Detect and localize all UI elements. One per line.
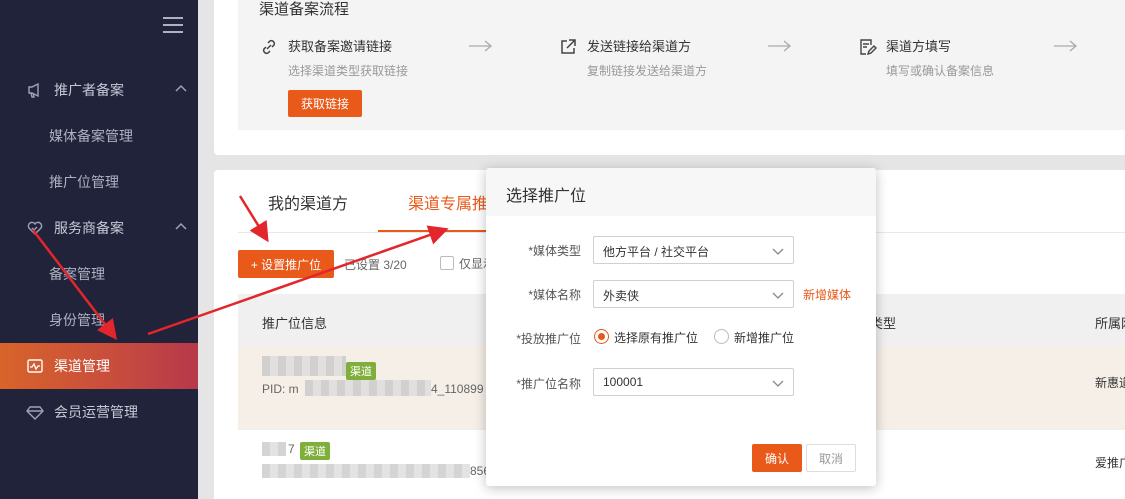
sidebar-item-member-ops[interactable]: 会员运营管理 (0, 389, 198, 435)
blurred-name (262, 442, 286, 456)
media-name-label: *媒体名称 (528, 288, 581, 302)
menu-toggle-icon[interactable] (163, 17, 183, 33)
only-show-checkbox[interactable] (440, 256, 454, 270)
tab-channel-placements[interactable]: 渠道专属推 (408, 190, 488, 214)
step-title: 发送链接给渠道方 (587, 39, 692, 54)
sidebar-group-label: 推广者备案 (54, 82, 124, 98)
column-header: 所属网 (1095, 316, 1125, 331)
set-placement-button[interactable]: + 设置推广位 (238, 250, 334, 278)
placement-name-value: 100001 (603, 375, 644, 389)
link-icon (259, 37, 279, 57)
placement-count: 已设置 3/20 (344, 258, 407, 272)
sidebar-item-label: 渠道管理 (54, 358, 110, 374)
sidebar-item-identity-manage[interactable]: 身份管理 (0, 297, 198, 343)
placement-label: *投放推广位 (516, 332, 581, 346)
blurred-pid (262, 464, 470, 478)
arrow-right-icon (1053, 38, 1079, 54)
sidebar-item-media-filing[interactable]: 媒体备案管理 (0, 113, 198, 159)
modal-title: 选择推广位 (506, 188, 587, 205)
sidebar: 推广者备案 媒体备案管理 推广位管理 服务商备案 备案管理 身份管理 渠道管理 … (0, 0, 198, 499)
media-type-label: *媒体类型 (528, 244, 581, 258)
channel-tag: 渠道 (346, 362, 376, 380)
row-network: 爱推广 (1095, 456, 1125, 470)
select-placement-modal: 选择推广位 *媒体类型 他方平台 / 社交平台 *媒体名称 外卖侠 新增媒体 *… (486, 168, 876, 486)
chevron-down-icon (772, 289, 784, 301)
media-name-select[interactable]: 外卖侠 (593, 280, 794, 308)
tab-my-channels[interactable]: 我的渠道方 (268, 190, 348, 214)
arrow-right-icon (767, 38, 793, 54)
step-desc: 选择渠道类型获取链接 (288, 64, 409, 78)
sidebar-item-label: 会员运营管理 (54, 404, 138, 420)
column-header: 推广位信息 (262, 316, 328, 331)
flow-panel: 渠道备案流程 获取备案邀请链接 选择渠道类型获取链接 发送链接给渠道方 复制链接… (238, 0, 1125, 130)
placement-name-label: *推广位名称 (516, 377, 581, 391)
row-network: 新惠道 (1095, 376, 1125, 390)
media-type-select[interactable]: 他方平台 / 社交平台 (593, 236, 794, 264)
chevron-down-icon (772, 377, 784, 389)
media-name-value: 外卖侠 (603, 289, 640, 303)
pid-prefix: PID: m (262, 382, 299, 396)
step-desc: 复制链接发送给渠道方 (587, 64, 708, 78)
heart-handshake-icon (26, 219, 44, 237)
radio-existing-placement[interactable] (594, 329, 609, 344)
name-suffix: 7 (288, 442, 295, 456)
step-title: 获取备案邀请链接 (288, 39, 393, 54)
chevron-up-icon (174, 82, 188, 96)
sidebar-item-channel-manage[interactable]: 渠道管理 (0, 343, 198, 389)
channel-tag: 渠道 (300, 442, 330, 460)
sidebar-item-filing-manage[interactable]: 备案管理 (0, 251, 198, 297)
cancel-button[interactable]: 取消 (806, 444, 856, 472)
sidebar-group-service-provider[interactable]: 服务商备案 (0, 205, 198, 251)
add-media-link[interactable]: 新增媒体 (803, 286, 851, 303)
radio-new-placement[interactable] (714, 329, 729, 344)
blurred-pid (305, 380, 431, 396)
arrow-right-icon (468, 38, 494, 54)
modal-header: 选择推广位 (486, 168, 876, 216)
edit-doc-icon (857, 37, 877, 57)
share-icon (558, 37, 578, 57)
radio-new-label: 新增推广位 (734, 331, 795, 345)
step-title: 渠道方填写 (886, 39, 952, 54)
sidebar-group-label: 服务商备案 (54, 220, 124, 236)
step-desc: 填写或确认备案信息 (886, 64, 995, 78)
pulse-monitor-icon (26, 357, 44, 375)
get-link-button[interactable]: 获取链接 (288, 90, 362, 117)
flow-title: 渠道备案流程 (259, 1, 350, 18)
chevron-up-icon (174, 220, 188, 234)
sidebar-item-placement-manage[interactable]: 推广位管理 (0, 159, 198, 205)
sidebar-group-promoter[interactable]: 推广者备案 (0, 67, 198, 113)
flow-card: 渠道备案流程 获取备案邀请链接 选择渠道类型获取链接 发送链接给渠道方 复制链接… (214, 0, 1125, 155)
chevron-down-icon (772, 245, 784, 257)
blurred-name (262, 356, 346, 376)
diamond-icon (26, 403, 44, 421)
confirm-button[interactable]: 确认 (752, 444, 802, 472)
pid-suffix: 4_110899 (431, 382, 484, 396)
megaphone-icon (26, 81, 44, 99)
media-type-value: 他方平台 / 社交平台 (603, 245, 710, 259)
radio-existing-label: 选择原有推广位 (614, 331, 699, 345)
placement-name-select[interactable]: 100001 (593, 368, 794, 396)
